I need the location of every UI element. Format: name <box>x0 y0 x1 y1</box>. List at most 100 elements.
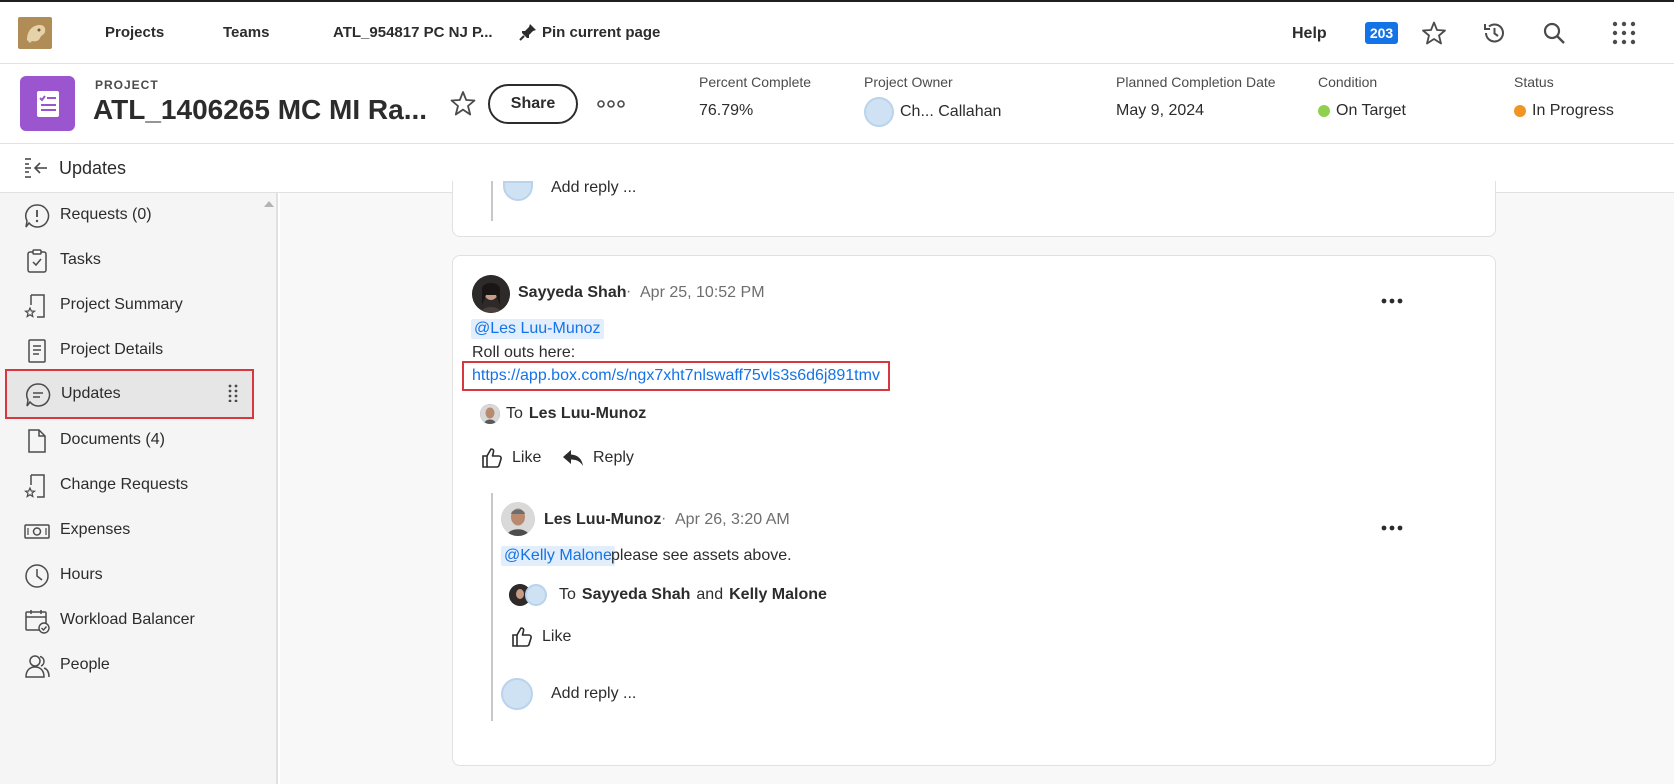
to-recipient-name-2[interactable]: Kelly Malone <box>729 586 827 604</box>
help-link[interactable]: Help <box>1292 25 1327 43</box>
thread-line <box>491 181 493 221</box>
request-bubble-icon <box>24 203 50 229</box>
condition-label: Condition <box>1318 74 1378 90</box>
company-logo[interactable] <box>18 17 52 49</box>
scroll-up-arrow-icon[interactable] <box>264 201 274 207</box>
reply-mention-tag[interactable]: @Kelly Malone <box>501 546 615 566</box>
reply-timestamp: Apr 26, 3:20 AM <box>675 511 790 528</box>
app-launcher-grid-icon[interactable] <box>1611 20 1637 46</box>
reply-thread-line <box>491 493 493 721</box>
thumbs-up-icon <box>512 627 532 647</box>
reply-recipients: To Sayyeda Shah and Kelly Malone <box>509 584 827 606</box>
sidebar-item-tasks[interactable]: Tasks <box>5 238 253 284</box>
sidebar-item-people[interactable]: People <box>5 643 253 689</box>
status-value[interactable]: In Progress <box>1514 102 1614 120</box>
reply-more-actions-icon[interactable] <box>1381 518 1403 531</box>
post-author-name[interactable]: Sayyeda Shah <box>518 284 627 302</box>
current-user-avatar <box>501 678 533 710</box>
thumbs-up-icon <box>482 448 502 468</box>
drag-handle-icon[interactable] <box>228 384 238 403</box>
sidebar-item-label: Project Summary <box>60 296 183 313</box>
sidebar-item-requests[interactable]: Requests (0) <box>5 193 253 239</box>
nav-teams-link[interactable]: Teams <box>223 24 269 41</box>
owner-avatar <box>864 97 894 127</box>
search-icon[interactable] <box>1541 20 1567 46</box>
pin-current-page-button[interactable]: Pin current page <box>518 22 660 42</box>
like-button[interactable]: Like <box>480 446 541 470</box>
lion-logo-icon <box>27 25 46 43</box>
project-favorite-star-icon[interactable] <box>449 89 477 117</box>
percent-complete-value: 76.79% <box>699 102 754 119</box>
money-bill-icon <box>24 518 50 544</box>
people-icon <box>24 653 50 679</box>
collapse-sidebar-icon[interactable] <box>23 156 49 180</box>
pin-icon <box>519 24 536 41</box>
sidebar-item-label: Updates <box>61 385 121 402</box>
condition-value[interactable]: On Target <box>1318 102 1406 120</box>
status-text: In Progress <box>1532 102 1614 119</box>
previous-update-card: Add reply ... <box>452 179 1496 237</box>
sidebar-item-project-details[interactable]: Project Details <box>5 328 253 374</box>
sidebar-item-change-requests[interactable]: Change Requests <box>5 463 253 509</box>
owner-name: Ch... Callahan <box>900 103 1002 120</box>
nav-projects-link[interactable]: Projects <box>105 24 164 41</box>
clock-icon <box>24 563 50 589</box>
post-timestamp: Apr 25, 10:52 PM <box>640 284 765 301</box>
notifications-badge[interactable]: 203 <box>1365 22 1398 44</box>
project-title[interactable]: ATL_1406265 MC MI Ra... <box>93 94 427 126</box>
sidebar-item-label: People <box>60 656 110 673</box>
sayyeda-shah-avatar[interactable] <box>472 275 510 313</box>
separator-dot: · <box>626 283 632 300</box>
to-recipient-name[interactable]: Les Luu-Munoz <box>529 405 646 423</box>
post-body-text: Roll outs here: <box>472 344 576 361</box>
les-luu-munoz-avatar[interactable] <box>501 502 535 536</box>
reply-button[interactable]: Reply <box>561 446 634 470</box>
reply-label: Reply <box>593 449 634 466</box>
post-recipients: To Les Luu-Munoz <box>480 404 646 424</box>
separator-dot: · <box>661 510 667 527</box>
sidebar-item-workload-balancer[interactable]: Workload Balancer <box>5 598 253 644</box>
reply-arrow-icon <box>563 450 583 466</box>
sidebar-item-documents[interactable]: Documents (4) <box>5 418 253 464</box>
add-reply-input[interactable]: Add reply ... <box>551 179 636 197</box>
history-icon[interactable] <box>1481 20 1507 46</box>
add-reply-input[interactable]: Add reply ... <box>551 685 636 703</box>
sidebar-item-hours[interactable]: Hours <box>5 553 253 599</box>
sidebar-item-label: Change Requests <box>60 476 189 493</box>
sidebar-item-label: Workload Balancer <box>60 611 195 628</box>
percent-complete-label: Percent Complete <box>699 74 812 90</box>
nav-recent-project-link[interactable]: ATL_954817 PC NJ P... <box>333 24 493 41</box>
document-star-icon <box>23 293 50 319</box>
post-mention-tag[interactable]: @Les Luu-Munoz <box>471 319 604 339</box>
sidebar-item-label: Requests (0) <box>60 206 152 223</box>
post-box-link[interactable]: https://app.box.com/s/ngx7xht7nlswaff75v… <box>472 367 880 384</box>
condition-text: On Target <box>1336 102 1406 119</box>
reply-author-name[interactable]: Les Luu-Munoz <box>544 511 661 529</box>
les-luu-munoz-small-avatar <box>480 404 500 424</box>
top-navigation: Projects Teams ATL_954817 PC NJ P... Pin… <box>0 0 1674 63</box>
project-header: PROJECT ATL_1406265 MC MI Ra... Share Pe… <box>0 63 1674 144</box>
project-list-icon <box>36 90 59 117</box>
highlighted-link-box: https://app.box.com/s/ngx7xht7nlswaff75v… <box>462 361 890 391</box>
share-button[interactable]: Share <box>488 84 578 124</box>
to-prefix: To <box>559 586 576 603</box>
planned-completion-value: May 9, 2024 <box>1116 102 1205 119</box>
to-recipient-name-1[interactable]: Sayyeda Shah <box>582 586 691 604</box>
sidebar-item-label: Tasks <box>60 251 101 268</box>
project-owner-value[interactable]: Ch... Callahan <box>864 97 1001 127</box>
post-more-actions-icon[interactable] <box>1381 291 1403 304</box>
pin-label: Pin current page <box>542 23 661 41</box>
document-lines-icon <box>24 338 50 364</box>
project-icon <box>20 76 75 131</box>
more-options-icon[interactable] <box>596 97 626 111</box>
reply-like-button[interactable]: Like <box>510 625 571 649</box>
project-owner-label: Project Owner <box>864 74 953 90</box>
clipboard-check-icon <box>24 248 50 274</box>
sidebar-item-updates[interactable]: Updates <box>5 369 254 419</box>
sidebar-item-expenses[interactable]: Expenses <box>5 508 253 554</box>
current-user-avatar <box>503 181 533 201</box>
sidebar-item-project-summary[interactable]: Project Summary <box>5 283 253 329</box>
status-label: Status <box>1514 74 1554 90</box>
document-star-icon <box>23 473 50 499</box>
favorites-star-icon[interactable] <box>1421 20 1447 46</box>
